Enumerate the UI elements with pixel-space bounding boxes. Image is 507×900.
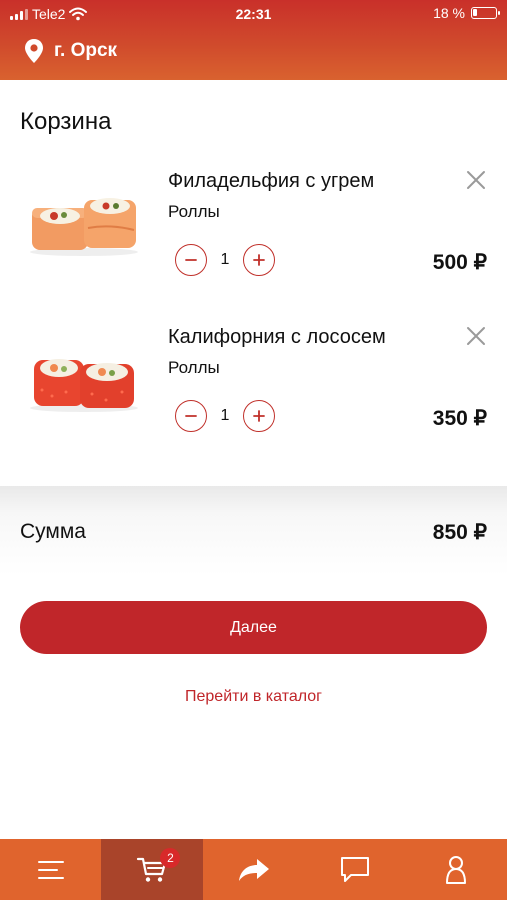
product-image <box>30 359 138 412</box>
product-category: Роллы <box>168 202 220 221</box>
product-image <box>30 198 138 256</box>
cart-item: Калифорния с лососем Роллы 1 350 ₽ <box>0 316 507 456</box>
product-name: Калифорния с лососем <box>168 326 386 348</box>
quantity-value: 1 <box>220 251 230 268</box>
tab-cart[interactable]: 2 <box>101 839 203 900</box>
clock: 22:31 <box>235 6 272 22</box>
cart-badge: 2 <box>160 848 181 868</box>
page-title: Корзина <box>20 108 112 135</box>
product-price: 500 ₽ <box>432 251 487 274</box>
status-bar: Tele2 22:31 18 % <box>0 0 507 28</box>
battery-status: 18 % <box>433 5 500 21</box>
product-name: Филадельфия с угрем <box>168 170 375 192</box>
battery-percent: 18 % <box>433 5 465 21</box>
increase-button[interactable] <box>243 244 275 276</box>
close-icon[interactable] <box>464 168 488 192</box>
increase-button[interactable] <box>243 400 275 432</box>
battery-icon <box>471 7 500 19</box>
city-name: г. Орск <box>54 40 118 61</box>
tab-menu[interactable] <box>0 839 101 900</box>
minus-icon <box>185 259 197 261</box>
product-category: Роллы <box>168 358 220 377</box>
total-value: 850 ₽ <box>432 521 487 544</box>
quantity-stepper: 1 <box>175 400 275 432</box>
quantity-stepper: 1 <box>175 244 275 276</box>
city-selector[interactable]: г. Орск <box>24 38 117 64</box>
share-icon <box>238 858 269 881</box>
next-button[interactable]: Далее <box>20 601 487 654</box>
quantity-value: 1 <box>220 407 230 424</box>
battery-fill <box>473 9 477 16</box>
plus-icon <box>253 410 265 422</box>
minus-icon <box>185 415 197 417</box>
tab-share[interactable] <box>203 839 304 900</box>
chat-icon <box>340 856 369 882</box>
cart-item: Филадельфия с угрем Роллы 1 500 ₽ <box>0 160 507 300</box>
tab-profile[interactable] <box>406 839 507 900</box>
catalog-link[interactable]: Перейти в каталог <box>0 688 507 706</box>
total-label: Сумма <box>20 520 86 543</box>
tab-bar: 2 <box>0 839 507 900</box>
app-header: Tele2 22:31 18 % г. Орск <box>0 0 507 80</box>
cart-total: Сумма 850 ₽ <box>0 486 507 576</box>
menu-icon <box>37 860 64 879</box>
plus-icon <box>253 254 265 266</box>
location-pin-icon <box>25 39 43 63</box>
decrease-button[interactable] <box>175 244 207 276</box>
tab-chat[interactable] <box>304 839 405 900</box>
profile-icon <box>446 855 467 884</box>
product-price: 350 ₽ <box>432 407 487 430</box>
decrease-button[interactable] <box>175 400 207 432</box>
close-icon[interactable] <box>464 324 488 348</box>
